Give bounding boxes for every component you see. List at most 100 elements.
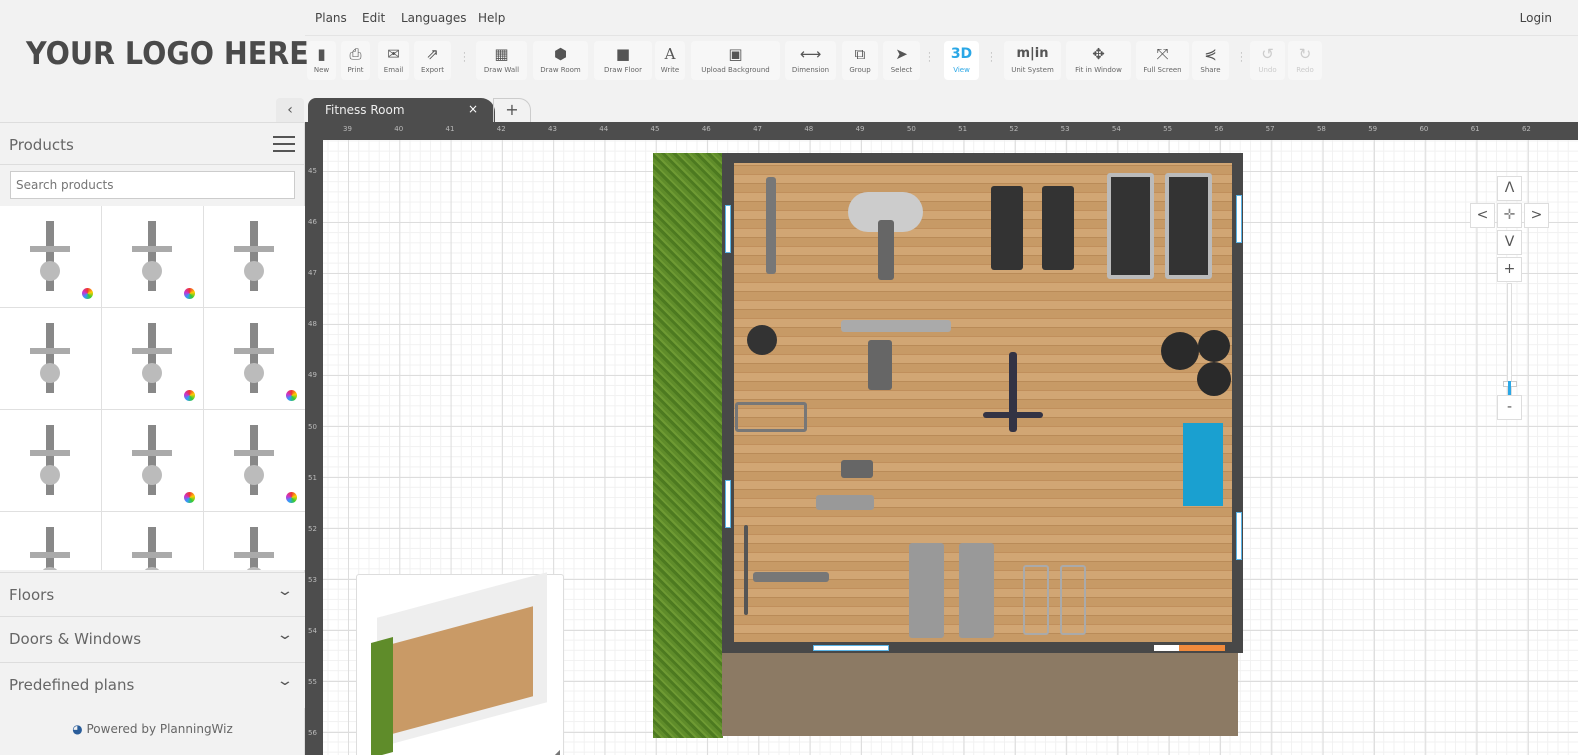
- zoom-out-button[interactable]: -: [1497, 395, 1522, 420]
- color-options-icon[interactable]: [82, 288, 93, 299]
- treadmill[interactable]: [1042, 186, 1074, 270]
- product-thumbnail: [30, 323, 70, 393]
- ruler-tick-label: 51: [308, 473, 317, 482]
- stationary-bike[interactable]: [1060, 565, 1086, 635]
- menu-languages[interactable]: Languages: [401, 11, 466, 25]
- treadmill[interactable]: [1165, 173, 1212, 279]
- treadmill[interactable]: [991, 186, 1023, 270]
- floors-section[interactable]: Floors ⌄: [0, 572, 305, 618]
- undo-button[interactable]: ↺ Undo: [1250, 41, 1285, 80]
- full-screen-button[interactable]: ⤧ Full Screen: [1136, 41, 1189, 80]
- collapse-sidebar-button[interactable]: ‹: [276, 98, 304, 122]
- floor-plan[interactable]: ◢ Λ < ✛ > V + -: [323, 140, 1578, 755]
- print-button[interactable]: ⎙ Print: [341, 41, 370, 80]
- resize-handle-icon[interactable]: ◢: [554, 748, 560, 755]
- exercise-ball[interactable]: [747, 325, 777, 355]
- bench[interactable]: [868, 340, 892, 390]
- window[interactable]: [1236, 512, 1242, 560]
- window[interactable]: [725, 480, 731, 528]
- email-button[interactable]: ✉ Email: [378, 41, 409, 80]
- draw-wall-button[interactable]: ▦ Draw Wall: [476, 41, 527, 80]
- exercise-ball[interactable]: [1197, 362, 1231, 396]
- color-options-icon[interactable]: [184, 390, 195, 401]
- share-button[interactable]: ⋞ Share: [1192, 41, 1229, 80]
- zoom-slider-track[interactable]: [1507, 283, 1512, 395]
- window[interactable]: [725, 205, 731, 253]
- plan-canvas[interactable]: 39 40 41 42 43 44 45 46 47 48 49 50 51 52 53 54 55 56 57 58…: [305, 122, 1578, 755]
- add-tab-button[interactable]: +: [493, 98, 531, 122]
- elliptical[interactable]: [959, 543, 994, 638]
- exercise-ball[interactable]: [1198, 330, 1230, 362]
- bench[interactable]: [744, 525, 748, 615]
- product-item[interactable]: [204, 512, 305, 570]
- yoga-mat[interactable]: [1183, 423, 1223, 506]
- center-icon[interactable]: ✛: [1497, 203, 1522, 228]
- 3d-minimap[interactable]: ◢: [356, 572, 564, 755]
- elliptical[interactable]: [909, 543, 944, 638]
- product-item[interactable]: [204, 308, 305, 409]
- zoom-in-button[interactable]: +: [1497, 257, 1522, 282]
- 3d-view-button[interactable]: 3D View: [944, 41, 979, 80]
- menu-edit[interactable]: Edit: [362, 11, 385, 25]
- dumbbells[interactable]: [841, 460, 873, 478]
- unit-system-button[interactable]: m|in Unit System: [1004, 41, 1061, 80]
- hamburger-menu-icon[interactable]: [273, 136, 295, 152]
- pan-left-button[interactable]: <: [1470, 203, 1495, 228]
- fit-in-window-button[interactable]: ✥ Fit in Window: [1066, 41, 1131, 80]
- product-item[interactable]: [102, 206, 203, 307]
- upload-background-button[interactable]: ▣ Upload Background: [691, 41, 780, 80]
- machine[interactable]: [878, 220, 894, 280]
- product-item[interactable]: [102, 410, 203, 511]
- treadmill[interactable]: [1107, 173, 1154, 279]
- pan-up-button[interactable]: Λ: [1497, 176, 1522, 201]
- menu-plans[interactable]: Plans: [315, 11, 347, 25]
- product-item[interactable]: [204, 410, 305, 511]
- color-options-icon[interactable]: [184, 288, 195, 299]
- product-item[interactable]: [0, 410, 101, 511]
- color-options-icon[interactable]: [286, 492, 297, 503]
- dimension-button[interactable]: ⟷ Dimension: [785, 41, 836, 80]
- product-item[interactable]: [0, 308, 101, 409]
- doors-windows-section[interactable]: Doors & Windows ⌄: [0, 616, 305, 662]
- write-button[interactable]: A Write: [655, 41, 685, 80]
- predefined-plans-section[interactable]: Predefined plans ⌄: [0, 662, 305, 708]
- dumbbell-rack[interactable]: [816, 495, 874, 510]
- grass-area[interactable]: [653, 153, 723, 738]
- product-item[interactable]: [102, 512, 203, 570]
- door[interactable]: [1179, 645, 1225, 651]
- powered-by[interactable]: ◕ Powered by PlanningWiz: [0, 722, 305, 736]
- draw-room-button[interactable]: ⬢ Draw Room: [533, 41, 588, 80]
- bench[interactable]: [753, 572, 829, 582]
- door[interactable]: [1154, 645, 1179, 651]
- tab-fitness-room[interactable]: Fitness Room ×: [308, 98, 495, 122]
- sidebar: Products Floors ⌄ Doors & Windows ⌄ Predef…: [0, 122, 305, 755]
- ground-area[interactable]: [722, 651, 1238, 736]
- pan-right-button[interactable]: >: [1524, 203, 1549, 228]
- redo-button[interactable]: ↻ Redo: [1288, 41, 1322, 80]
- rowing-machine[interactable]: [766, 177, 776, 274]
- exercise-ball[interactable]: [1161, 332, 1199, 370]
- product-item[interactable]: [0, 206, 101, 307]
- window[interactable]: [1236, 195, 1242, 243]
- export-button[interactable]: ⇗ Export: [414, 41, 451, 80]
- stationary-bike[interactable]: [1023, 565, 1049, 635]
- color-options-icon[interactable]: [184, 492, 195, 503]
- rack[interactable]: [735, 402, 807, 432]
- search-products-input[interactable]: [10, 171, 295, 199]
- close-tab-icon[interactable]: ×: [468, 102, 478, 116]
- exercise-bike-base[interactable]: [983, 412, 1043, 418]
- product-item[interactable]: [102, 308, 203, 409]
- new-button[interactable]: ▮ New: [307, 41, 336, 80]
- color-options-icon[interactable]: [286, 390, 297, 401]
- bench-press[interactable]: [841, 320, 951, 332]
- group-button[interactable]: ⧉ Group: [842, 41, 878, 80]
- login-link[interactable]: Login: [1520, 11, 1552, 25]
- pan-down-button[interactable]: V: [1497, 230, 1522, 255]
- select-button[interactable]: ➤ Select: [883, 41, 920, 80]
- menu-help[interactable]: Help: [478, 11, 505, 25]
- product-item[interactable]: [204, 206, 305, 307]
- window[interactable]: [813, 645, 889, 651]
- exercise-bike[interactable]: [1009, 352, 1017, 432]
- draw-floor-button[interactable]: ■ Draw Floor: [594, 41, 652, 80]
- product-item[interactable]: [0, 512, 101, 570]
